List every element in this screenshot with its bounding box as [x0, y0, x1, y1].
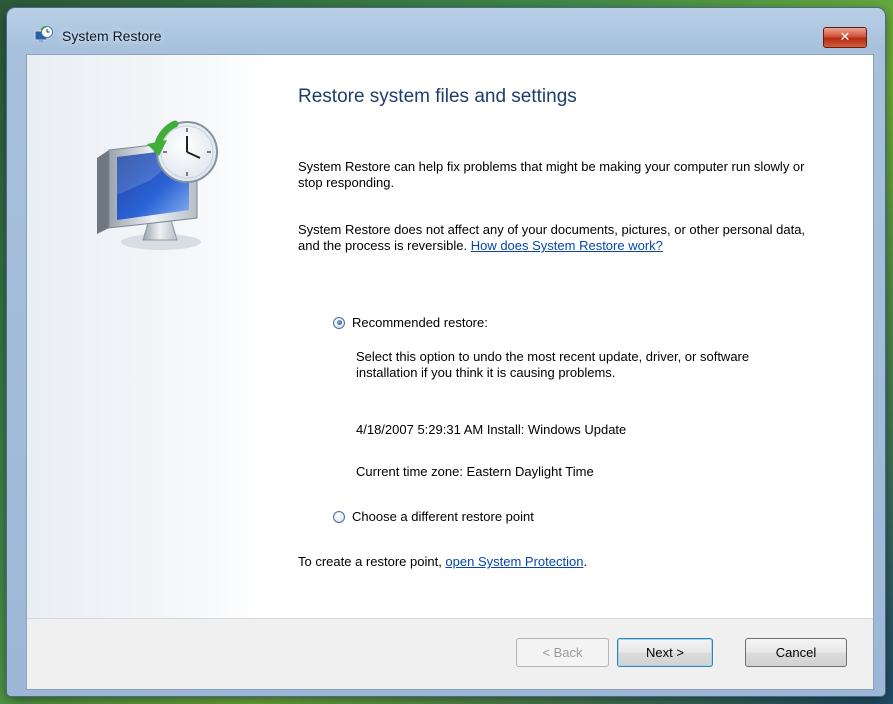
cancel-button[interactable]: Cancel	[745, 638, 847, 667]
intro-paragraph: System Restore can help fix problems tha…	[298, 159, 805, 190]
time-zone-info: Current time zone: Eastern Daylight Time	[356, 464, 594, 479]
open-system-protection-link[interactable]: open System Protection	[445, 554, 583, 569]
page-heading: Restore system files and settings	[298, 86, 577, 107]
recommended-restore-option[interactable]: Recommended restore:	[333, 315, 488, 330]
wizard-footer: < Back Next > Cancel	[27, 618, 873, 689]
how-does-restore-work-link[interactable]: How does System Restore work?	[471, 238, 663, 253]
info-paragraph: System Restore does not affect any of yo…	[298, 222, 818, 254]
recommended-restore-label[interactable]: Recommended restore:	[352, 315, 488, 330]
monitor-clock-restore-icon	[79, 110, 234, 260]
different-restore-label[interactable]: Choose a different restore point	[352, 509, 534, 524]
recommended-description: Select this option to undo the most rece…	[356, 349, 750, 380]
create-end: .	[583, 554, 588, 569]
wizard-client-area: Restore system files and settings System…	[26, 54, 874, 690]
title-bar[interactable]: System Restore ✕	[7, 8, 885, 48]
create-text: To create a restore point,	[298, 554, 446, 569]
recommended-restore-radio[interactable]	[333, 316, 345, 329]
restore-point-info: 4/18/2007 5:29:31 AM Install: Windows Up…	[356, 422, 627, 437]
different-restore-option[interactable]: Choose a different restore point	[333, 509, 534, 524]
close-button[interactable]: ✕	[823, 27, 867, 48]
create-restore-point-text: To create a restore point, open System P…	[298, 554, 818, 570]
side-panel	[27, 55, 267, 618]
system-restore-icon	[34, 25, 54, 44]
back-button[interactable]: < Back	[516, 638, 609, 667]
next-button[interactable]: Next >	[617, 638, 713, 667]
system-restore-window: System Restore ✕ Restore system files an…	[7, 8, 885, 696]
different-restore-radio[interactable]	[333, 510, 345, 523]
window-title: System Restore	[62, 28, 162, 44]
